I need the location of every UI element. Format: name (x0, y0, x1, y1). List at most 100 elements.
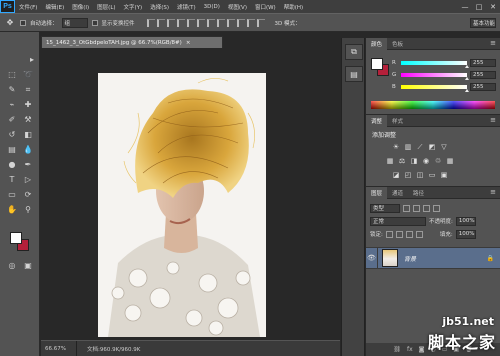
clone-stamp-icon[interactable]: ⚒ (22, 114, 34, 125)
tab-layers[interactable]: 图层 (366, 186, 388, 199)
tab-paths[interactable]: 路径 (408, 187, 429, 199)
filter-adjustment-icon[interactable] (413, 204, 420, 212)
color-lookup-icon[interactable]: ▦ (446, 157, 454, 165)
distribute-top-icon[interactable] (206, 18, 215, 27)
lock-position-icon[interactable] (405, 230, 413, 238)
distribute-bottom-icon[interactable] (226, 18, 235, 27)
tab-styles[interactable]: 样式 (387, 115, 408, 127)
filter-shape-icon[interactable] (433, 204, 440, 212)
filter-pixel-icon[interactable] (403, 204, 410, 212)
distribute-left-icon[interactable] (236, 18, 245, 27)
healing-icon[interactable]: ✚ (22, 99, 34, 110)
posterize-icon[interactable]: ◰ (404, 171, 412, 179)
menu-window[interactable]: 窗口(W) (251, 3, 280, 11)
tab-color[interactable]: 颜色 (366, 37, 388, 50)
menu-image[interactable]: 图像(I) (68, 3, 93, 11)
shape-icon[interactable]: ▭ (6, 189, 18, 200)
tab-adjustments[interactable]: 调整 (366, 114, 388, 127)
menu-edit[interactable]: 编辑(E) (41, 3, 68, 11)
document-tab[interactable]: 15_1462_3_OtGbdpeloTAH.jpg @ 66.7%(RGB/8… (41, 36, 223, 48)
slider-b-track[interactable] (401, 84, 469, 92)
exposure-icon[interactable]: ◩ (428, 143, 436, 151)
gradient-map-icon[interactable]: ▭ (428, 171, 436, 179)
type-icon[interactable]: T (6, 174, 18, 185)
menu-help[interactable]: 帮助(H) (280, 3, 307, 11)
menu-type[interactable]: 文字(Y) (120, 3, 147, 11)
align-bottom-icon[interactable] (166, 18, 175, 27)
crop-icon[interactable]: ⌗ (22, 84, 34, 95)
adjustments-menu-icon[interactable]: ≡ (490, 116, 496, 124)
canvas-area[interactable] (41, 48, 340, 340)
slider-g-track[interactable] (401, 72, 469, 80)
slider-g-value[interactable]: 255 (470, 70, 496, 79)
blur-icon[interactable]: 💧 (22, 144, 34, 155)
black-white-icon[interactable]: ◨ (410, 157, 418, 165)
hue-saturation-icon[interactable]: ▦ (386, 157, 394, 165)
levels-icon[interactable]: ▥ (404, 143, 412, 151)
eyedropper-icon[interactable]: ⌁ (6, 99, 18, 110)
align-middle-icon[interactable] (156, 18, 165, 27)
foreground-color-swatch[interactable] (10, 232, 22, 244)
slider-r-value[interactable]: 255 (470, 58, 496, 67)
tab-swatches[interactable]: 色板 (387, 38, 408, 50)
auto-select-dropdown[interactable]: 组 (61, 17, 88, 28)
marquee-icon[interactable]: ⬚ (6, 69, 18, 80)
maximize-button[interactable]: □ (472, 0, 486, 13)
align-left-icon[interactable] (176, 18, 185, 27)
channel-mixer-icon[interactable]: ♲ (434, 157, 442, 165)
lock-all-icon[interactable] (415, 230, 423, 238)
distribute-middle-icon[interactable] (216, 18, 225, 27)
curves-icon[interactable]: ⟋ (416, 143, 424, 151)
properties-panel-icon[interactable]: ▤ (345, 66, 363, 82)
screen-mode-icon[interactable]: ▣ (22, 260, 34, 271)
photo-filter-icon[interactable]: ◉ (422, 157, 430, 165)
align-right-icon[interactable] (196, 18, 205, 27)
auto-select-checkbox[interactable] (20, 19, 26, 26)
menu-file[interactable]: 文件(F) (15, 3, 41, 11)
quick-mask-icon[interactable]: ◎ (6, 260, 18, 271)
invert-icon[interactable]: ◪ (392, 171, 400, 179)
slider-r-track[interactable] (401, 60, 469, 68)
menu-filter[interactable]: 滤镜(T) (173, 3, 200, 11)
history-brush-icon[interactable]: ↺ (6, 129, 18, 140)
layer-background-row[interactable]: 👁 背景 🔒 (366, 247, 500, 269)
slider-b-thumb[interactable] (465, 88, 469, 92)
fill-input[interactable]: 100% (455, 229, 476, 239)
history-panel-icon[interactable]: ⧉ (345, 44, 363, 60)
3d-rotate-icon[interactable]: ⟳ (22, 189, 34, 200)
menu-layer[interactable]: 图层(L) (93, 3, 119, 11)
color-spectrum-bar[interactable] (371, 101, 495, 109)
blend-mode-dropdown[interactable]: 正常 (370, 216, 426, 226)
menu-3d[interactable]: 3D(D) (200, 4, 224, 10)
hand-icon[interactable]: ✋ (6, 204, 18, 215)
lock-transparency-icon[interactable] (385, 230, 393, 238)
slider-r-thumb[interactable] (465, 64, 469, 68)
layer-name[interactable]: 背景 (404, 254, 416, 263)
distribute-center-icon[interactable] (246, 18, 255, 27)
zoom-icon[interactable]: ⚲ (22, 204, 34, 215)
layer-kind-filter[interactable]: 类型 (370, 203, 400, 213)
layers-menu-icon[interactable]: ≡ (490, 188, 496, 196)
slider-g-thumb[interactable] (465, 76, 469, 80)
lock-pixels-icon[interactable] (395, 230, 403, 238)
threshold-icon[interactable]: ◫ (416, 171, 424, 179)
brush-icon[interactable]: ✐ (6, 114, 18, 125)
align-top-icon[interactable] (146, 18, 155, 27)
color-balance-icon[interactable]: ⚖ (398, 157, 406, 165)
workspace-dropdown[interactable]: 基本功能 (470, 18, 496, 28)
lasso-icon[interactable]: ➰ (22, 69, 34, 80)
show-transform-checkbox[interactable] (91, 19, 98, 26)
zoom-level[interactable]: 66.67% (41, 340, 77, 356)
color-foreground-swatch[interactable] (371, 58, 383, 70)
selective-color-icon[interactable]: ▣ (440, 171, 448, 179)
pen-icon[interactable]: ✒ (22, 159, 34, 170)
vibrance-icon[interactable]: ▽ (440, 143, 448, 151)
close-document-icon[interactable]: × (186, 40, 191, 46)
gradient-icon[interactable]: ▤ (6, 144, 18, 155)
close-button[interactable]: ✕ (486, 0, 500, 13)
opacity-input[interactable]: 100% (455, 216, 476, 226)
move-icon[interactable]: ▸ (26, 54, 38, 65)
align-center-icon[interactable] (186, 18, 195, 27)
move-tool-icon[interactable]: ✥ (4, 17, 16, 29)
minimize-button[interactable]: — (458, 0, 472, 13)
